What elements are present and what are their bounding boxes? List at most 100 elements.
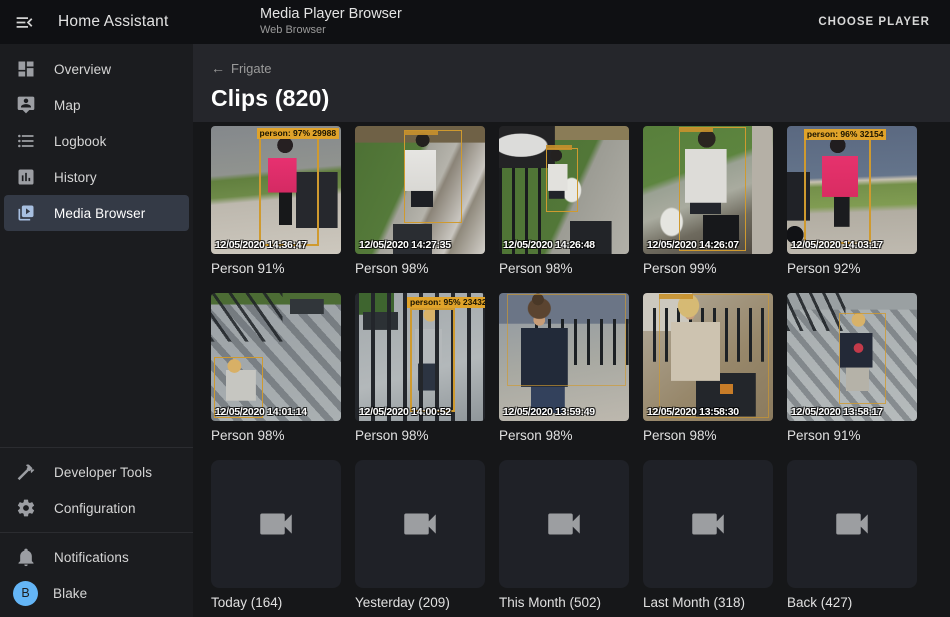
- sidebar-item-label: Logbook: [54, 134, 107, 149]
- clip-item[interactable]: 12/05/2020 14:26:07 Person 99%: [643, 126, 773, 277]
- chart-box-icon: [14, 167, 38, 187]
- clip-timestamp-overlay: 12/05/2020 14:27:35: [359, 239, 484, 251]
- sidebar-item-logbook[interactable]: Logbook: [4, 123, 189, 159]
- hammer-icon: [14, 462, 38, 482]
- tooltip-account-icon: [14, 95, 38, 115]
- sidebar-item-profile[interactable]: B Blake: [4, 575, 189, 611]
- folder-item-today[interactable]: Today (164): [211, 460, 341, 611]
- clip-timestamp-overlay: 12/05/2020 14:00:52: [359, 406, 484, 418]
- detection-bounding-box: [259, 135, 319, 246]
- sidebar-item-label: Overview: [54, 62, 111, 77]
- detection-bounding-box: [679, 127, 745, 251]
- content-header: ← Frigate Clips (820): [193, 44, 950, 122]
- detection-label: person: 95% 23432: [407, 297, 485, 308]
- clip-timestamp-overlay: 12/05/2020 13:58:17: [791, 406, 916, 418]
- folder-item-back[interactable]: Back (427): [787, 460, 917, 611]
- sidebar-tools-section: Developer Tools Configuration: [0, 447, 193, 532]
- sidebar-item-map[interactable]: Map: [4, 87, 189, 123]
- clip-item[interactable]: 12/05/2020 14:27:35 Person 98%: [355, 126, 485, 277]
- clip-caption: Person 98%: [355, 261, 485, 277]
- folder-caption: Today (164): [211, 595, 341, 611]
- menu-open-icon: [14, 12, 35, 33]
- sidebar-bottom: Developer Tools Configuration Notificati…: [0, 447, 193, 617]
- page-heading: Clips (820): [211, 85, 950, 112]
- sidebar-nav: Overview Map Logbook History Media Brows…: [0, 44, 193, 231]
- breadcrumb-back-link[interactable]: ← Frigate: [211, 44, 271, 76]
- clip-thumbnail[interactable]: person: 95% 23432 12/05/2020 14:00:52: [355, 293, 485, 421]
- clip-item[interactable]: 12/05/2020 14:26:48 Person 98%: [499, 126, 629, 277]
- folder-thumbnail[interactable]: [643, 460, 773, 588]
- clip-thumbnail[interactable]: person: 96% 32154 12/05/2020 14:03:17: [787, 126, 917, 254]
- sidebar-item-configuration[interactable]: Configuration: [4, 490, 189, 526]
- clip-thumbnail[interactable]: 12/05/2020 14:26:48: [499, 126, 629, 254]
- clip-timestamp-overlay: 12/05/2020 14:01:14: [215, 406, 340, 418]
- detection-label-bar: [404, 130, 438, 135]
- page-title: Media Player Browser: [260, 5, 402, 23]
- media-grid: person: 97% 29988 12/05/2020 14:36:47 Pe…: [193, 122, 950, 611]
- video-icon: [687, 503, 729, 545]
- detection-bounding-box: [507, 294, 627, 386]
- folder-caption: Last Month (318): [643, 595, 773, 611]
- sidebar-item-media-browser[interactable]: Media Browser: [4, 195, 189, 231]
- detection-bounding-box: [659, 294, 770, 418]
- sidebar-item-notifications[interactable]: Notifications: [4, 539, 189, 575]
- detection-label-bar: [679, 127, 713, 132]
- choose-player-button[interactable]: CHOOSE PLAYER: [812, 0, 936, 44]
- folder-thumbnail[interactable]: [499, 460, 629, 588]
- detection-bounding-box: [804, 138, 872, 244]
- clip-thumbnail[interactable]: person: 97% 29988 12/05/2020 14:36:47: [211, 126, 341, 254]
- video-icon: [255, 503, 297, 545]
- clip-thumbnail[interactable]: 12/05/2020 14:26:07: [643, 126, 773, 254]
- clip-caption: Person 99%: [643, 261, 773, 277]
- folder-thumbnail[interactable]: [787, 460, 917, 588]
- clip-thumbnail[interactable]: 12/05/2020 14:27:35: [355, 126, 485, 254]
- user-name: Blake: [53, 586, 87, 601]
- clip-timestamp-overlay: 12/05/2020 14:26:48: [503, 239, 628, 251]
- folder-item-this-month[interactable]: This Month (502): [499, 460, 629, 611]
- video-icon: [543, 503, 585, 545]
- page-title-block: Media Player Browser Web Browser: [260, 5, 402, 38]
- view-dashboard-icon: [14, 59, 38, 79]
- clip-caption: Person 98%: [211, 428, 341, 444]
- sidebar-item-developer-tools[interactable]: Developer Tools: [4, 454, 189, 490]
- clip-item[interactable]: 12/05/2020 13:58:30 Person 98%: [643, 293, 773, 444]
- clip-item[interactable]: 12/05/2020 13:58:17 Person 91%: [787, 293, 917, 444]
- clip-item[interactable]: person: 97% 29988 12/05/2020 14:36:47 Pe…: [211, 126, 341, 277]
- play-box-multiple-icon: [14, 203, 38, 223]
- main-content: ← Frigate Clips (820) person: 97% 29988 …: [193, 44, 950, 617]
- video-icon: [399, 503, 441, 545]
- clip-caption: Person 92%: [787, 261, 917, 277]
- clip-thumbnail[interactable]: 12/05/2020 13:58:17: [787, 293, 917, 421]
- folder-thumbnail[interactable]: [355, 460, 485, 588]
- folder-thumbnail[interactable]: [211, 460, 341, 588]
- clip-timestamp-overlay: 12/05/2020 14:36:47: [215, 239, 340, 251]
- folder-caption: This Month (502): [499, 595, 629, 611]
- clip-item[interactable]: person: 95% 23432 12/05/2020 14:00:52 Pe…: [355, 293, 485, 444]
- detection-bounding-box: [404, 130, 461, 223]
- detection-label-bar: [546, 145, 572, 150]
- clip-item[interactable]: 12/05/2020 14:01:14 Person 98%: [211, 293, 341, 444]
- video-icon: [831, 503, 873, 545]
- detection-bounding-box: [410, 308, 456, 412]
- folder-item-last-month[interactable]: Last Month (318): [643, 460, 773, 611]
- sidebar-item-overview[interactable]: Overview: [4, 51, 189, 87]
- clip-thumbnail[interactable]: 12/05/2020 13:58:30: [643, 293, 773, 421]
- detection-label-bar: [659, 294, 693, 299]
- back-arrow-icon: ←: [211, 60, 225, 76]
- sidebar-item-history[interactable]: History: [4, 159, 189, 195]
- folder-item-yesterday[interactable]: Yesterday (209): [355, 460, 485, 611]
- folder-caption: Yesterday (209): [355, 595, 485, 611]
- sidebar-item-label: Configuration: [54, 501, 136, 516]
- detection-label: person: 97% 29988: [257, 128, 340, 139]
- clip-item[interactable]: person: 96% 32154 12/05/2020 14:03:17 Pe…: [787, 126, 917, 277]
- clip-timestamp-overlay: 12/05/2020 14:26:07: [647, 239, 772, 251]
- sidebar-item-label: Notifications: [54, 550, 129, 565]
- gear-icon: [14, 498, 38, 518]
- sidebar-toggle-button[interactable]: [0, 0, 48, 44]
- clip-item[interactable]: 12/05/2020 13:59:49 Person 98%: [499, 293, 629, 444]
- sidebar-item-label: History: [54, 170, 97, 185]
- detection-label: person: 96% 32154: [804, 129, 887, 140]
- clip-thumbnail[interactable]: 12/05/2020 14:01:14: [211, 293, 341, 421]
- clip-thumbnail[interactable]: 12/05/2020 13:59:49: [499, 293, 629, 421]
- sidebar-item-label: Map: [54, 98, 81, 113]
